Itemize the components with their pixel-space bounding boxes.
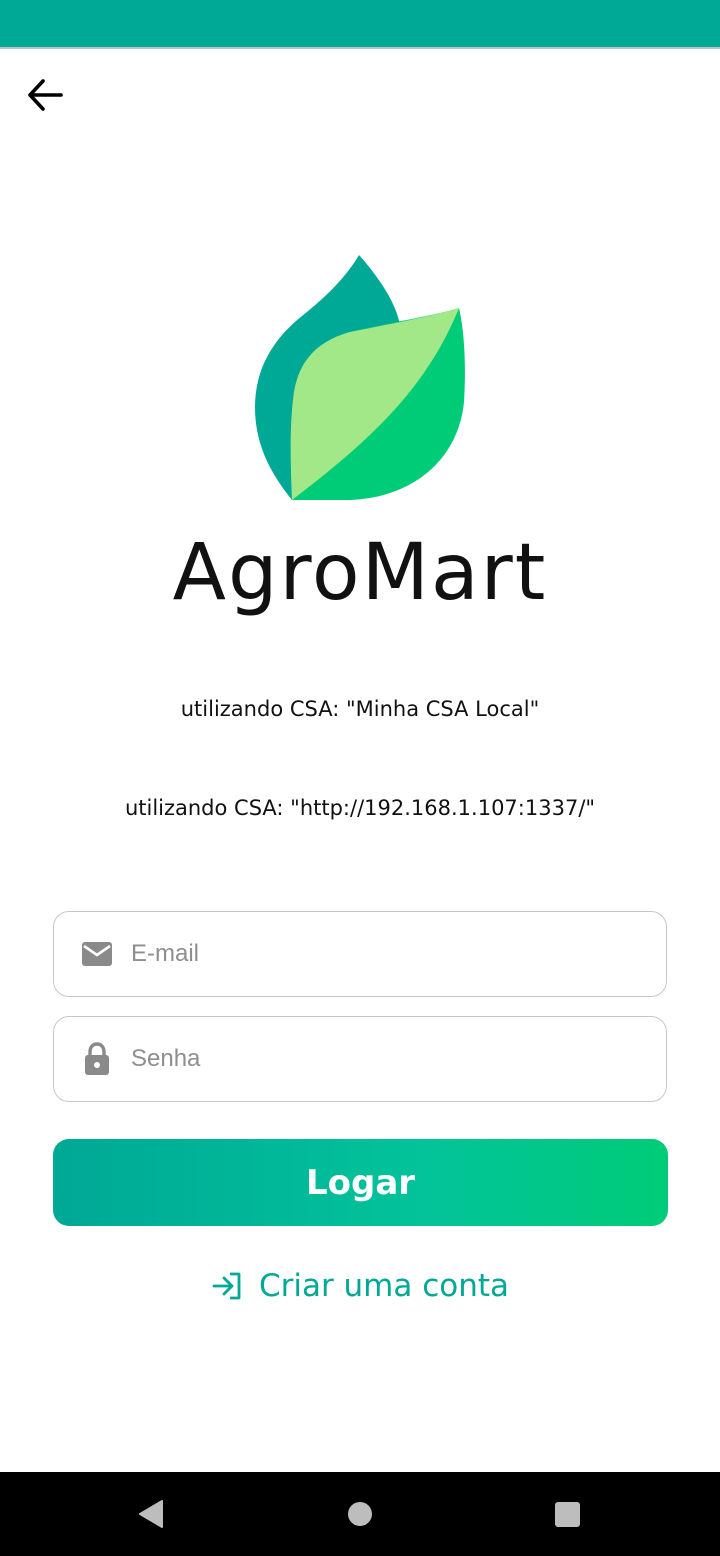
back-button[interactable] [20, 72, 70, 118]
csa-name-text: utilizando CSA: "Minha CSA Local" [180, 697, 540, 721]
square-recents-icon [555, 1502, 580, 1527]
email-input[interactable] [129, 939, 633, 969]
leaf-logo-icon [250, 252, 470, 504]
email-field[interactable] [53, 911, 667, 997]
login-button[interactable]: Logar [53, 1139, 668, 1226]
password-field[interactable] [53, 1016, 667, 1102]
status-bar [0, 0, 720, 49]
nav-home-button[interactable] [340, 1494, 380, 1534]
login-arrow-icon [211, 1269, 245, 1303]
create-account-label: Criar uma conta [258, 1268, 510, 1304]
csa-url-text: utilizando CSA: "http://192.168.1.107:13… [124, 796, 596, 820]
arrow-left-icon [28, 79, 63, 111]
password-input[interactable] [129, 1044, 633, 1074]
circle-home-icon [348, 1502, 372, 1526]
create-account-link[interactable]: Criar uma conta [0, 1268, 720, 1304]
login-screen: AgroMart utilizando CSA: "Minha CSA Loca… [0, 0, 720, 1556]
mail-icon [80, 937, 114, 971]
nav-back-button[interactable] [130, 1494, 170, 1534]
nav-recents-button[interactable] [547, 1494, 587, 1534]
triangle-back-icon [139, 1500, 163, 1528]
lock-icon [80, 1042, 114, 1076]
app-title: AgroMart [172, 528, 548, 618]
